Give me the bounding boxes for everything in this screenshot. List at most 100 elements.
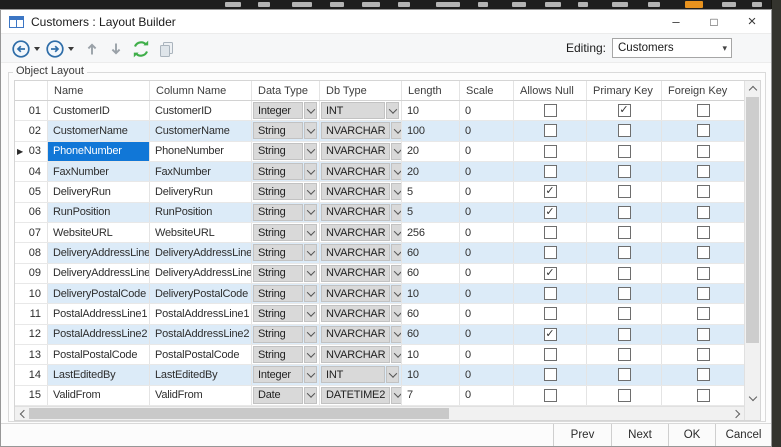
primary-key-checkbox[interactable]: [618, 389, 631, 402]
db-type-dropdown[interactable]: NVARCHAR: [321, 305, 402, 322]
editing-combo[interactable]: Customers ▾: [612, 38, 732, 58]
back-dropdown-caret[interactable]: [34, 47, 40, 51]
primary-key-checkbox[interactable]: [618, 165, 631, 178]
data-type-dropdown[interactable]: String: [253, 224, 317, 241]
db-type-dropdown[interactable]: NVARCHAR: [321, 224, 402, 241]
name-cell[interactable]: DeliveryAddressLine1: [48, 243, 150, 262]
primary-key-checkbox[interactable]: [618, 368, 631, 381]
row-header[interactable]: 09: [15, 264, 48, 283]
db-type-dropdown[interactable]: NVARCHAR: [321, 244, 402, 261]
column-name-cell[interactable]: CustomerID: [150, 101, 252, 120]
dropdown-button[interactable]: [391, 346, 402, 363]
dropdown-button[interactable]: [304, 163, 317, 180]
dropdown-button[interactable]: [304, 122, 317, 139]
horizontal-scrollbar[interactable]: [15, 406, 744, 420]
row-header[interactable]: 05: [15, 182, 48, 201]
data-type-dropdown[interactable]: String: [253, 285, 317, 302]
foreign-key-checkbox[interactable]: [697, 124, 710, 137]
row-header[interactable]: 12: [15, 325, 48, 344]
column-header-data-type[interactable]: Data Type: [252, 81, 320, 100]
name-cell[interactable]: PhoneNumber: [48, 142, 150, 161]
db-type-dropdown[interactable]: NVARCHAR: [321, 265, 402, 282]
scale-cell[interactable]: 0: [460, 345, 514, 364]
allows-null-checkbox[interactable]: [544, 165, 557, 178]
data-type-dropdown[interactable]: String: [253, 122, 317, 139]
row-header[interactable]: 01: [15, 101, 48, 120]
column-name-cell[interactable]: DeliveryPostalCode: [150, 284, 252, 303]
dropdown-button[interactable]: [304, 143, 317, 160]
row-header[interactable]: 02: [15, 121, 48, 140]
db-type-dropdown[interactable]: NVARCHAR: [321, 326, 402, 343]
scale-cell[interactable]: 0: [460, 304, 514, 323]
db-type-dropdown[interactable]: NVARCHAR: [321, 285, 402, 302]
dropdown-button[interactable]: [391, 326, 402, 343]
allows-null-checkbox[interactable]: ✓: [544, 328, 557, 341]
name-cell[interactable]: DeliveryPostalCode: [48, 284, 150, 303]
column-header-row-indicator[interactable]: [15, 81, 48, 100]
length-cell[interactable]: 60: [402, 325, 460, 344]
column-header-allows-null[interactable]: Allows Null: [514, 81, 587, 100]
length-cell[interactable]: 10: [402, 101, 460, 120]
scale-cell[interactable]: 0: [460, 203, 514, 222]
dropdown-button[interactable]: [304, 305, 317, 322]
name-cell[interactable]: CustomerName: [48, 121, 150, 140]
allows-null-checkbox[interactable]: [544, 348, 557, 361]
foreign-key-checkbox[interactable]: [697, 104, 710, 117]
foreign-key-checkbox[interactable]: [697, 389, 710, 402]
length-cell[interactable]: 10: [402, 284, 460, 303]
row-header[interactable]: 08: [15, 243, 48, 262]
data-type-dropdown[interactable]: String: [253, 326, 317, 343]
move-up-button[interactable]: [83, 39, 101, 59]
prev-button[interactable]: Prev: [553, 424, 611, 446]
dropdown-button[interactable]: [391, 387, 402, 404]
allows-null-checkbox[interactable]: ✓: [544, 185, 557, 198]
column-name-cell[interactable]: ValidFrom: [150, 386, 252, 405]
data-type-dropdown[interactable]: String: [253, 163, 317, 180]
foreign-key-checkbox[interactable]: [697, 145, 710, 158]
data-type-dropdown[interactable]: String: [253, 346, 317, 363]
forward-button[interactable]: [45, 39, 65, 59]
row-header[interactable]: ▶03: [15, 142, 48, 161]
ok-button[interactable]: OK: [668, 424, 715, 446]
dropdown-button[interactable]: [304, 285, 317, 302]
row-header[interactable]: 13: [15, 345, 48, 364]
primary-key-checkbox[interactable]: [618, 185, 631, 198]
name-cell[interactable]: PostalAddressLine1: [48, 304, 150, 323]
row-header[interactable]: 04: [15, 162, 48, 181]
cancel-button[interactable]: Cancel: [715, 424, 771, 446]
dropdown-button[interactable]: [304, 346, 317, 363]
foreign-key-checkbox[interactable]: [697, 185, 710, 198]
primary-key-checkbox[interactable]: [618, 307, 631, 320]
dropdown-button[interactable]: [391, 204, 402, 221]
scale-cell[interactable]: 0: [460, 162, 514, 181]
name-cell[interactable]: PostalAddressLine2: [48, 325, 150, 344]
length-cell[interactable]: 20: [402, 162, 460, 181]
allows-null-checkbox[interactable]: [544, 104, 557, 117]
column-header-name[interactable]: Name: [48, 81, 150, 100]
allows-null-checkbox[interactable]: [544, 307, 557, 320]
data-type-dropdown[interactable]: String: [253, 204, 317, 221]
column-name-cell[interactable]: PhoneNumber: [150, 142, 252, 161]
dropdown-button[interactable]: [391, 265, 402, 282]
length-cell[interactable]: 60: [402, 264, 460, 283]
scale-cell[interactable]: 0: [460, 325, 514, 344]
scale-cell[interactable]: 0: [460, 223, 514, 242]
column-name-cell[interactable]: PostalPostalCode: [150, 345, 252, 364]
dropdown-button[interactable]: [391, 122, 402, 139]
scale-cell[interactable]: 0: [460, 264, 514, 283]
scale-cell[interactable]: 0: [460, 386, 514, 405]
dropdown-button[interactable]: [386, 366, 399, 383]
dropdown-button[interactable]: [304, 265, 317, 282]
back-button[interactable]: [11, 39, 31, 59]
row-header[interactable]: 11: [15, 304, 48, 323]
foreign-key-checkbox[interactable]: [697, 246, 710, 259]
column-name-cell[interactable]: LastEditedBy: [150, 365, 252, 384]
dropdown-button[interactable]: [391, 305, 402, 322]
foreign-key-checkbox[interactable]: [697, 287, 710, 300]
column-name-cell[interactable]: DeliveryRun: [150, 182, 252, 201]
column-header-column-name[interactable]: Column Name: [150, 81, 252, 100]
length-cell[interactable]: 5: [402, 203, 460, 222]
row-header[interactable]: 14: [15, 365, 48, 384]
dropdown-button[interactable]: [391, 285, 402, 302]
scroll-down-button[interactable]: [745, 391, 760, 406]
